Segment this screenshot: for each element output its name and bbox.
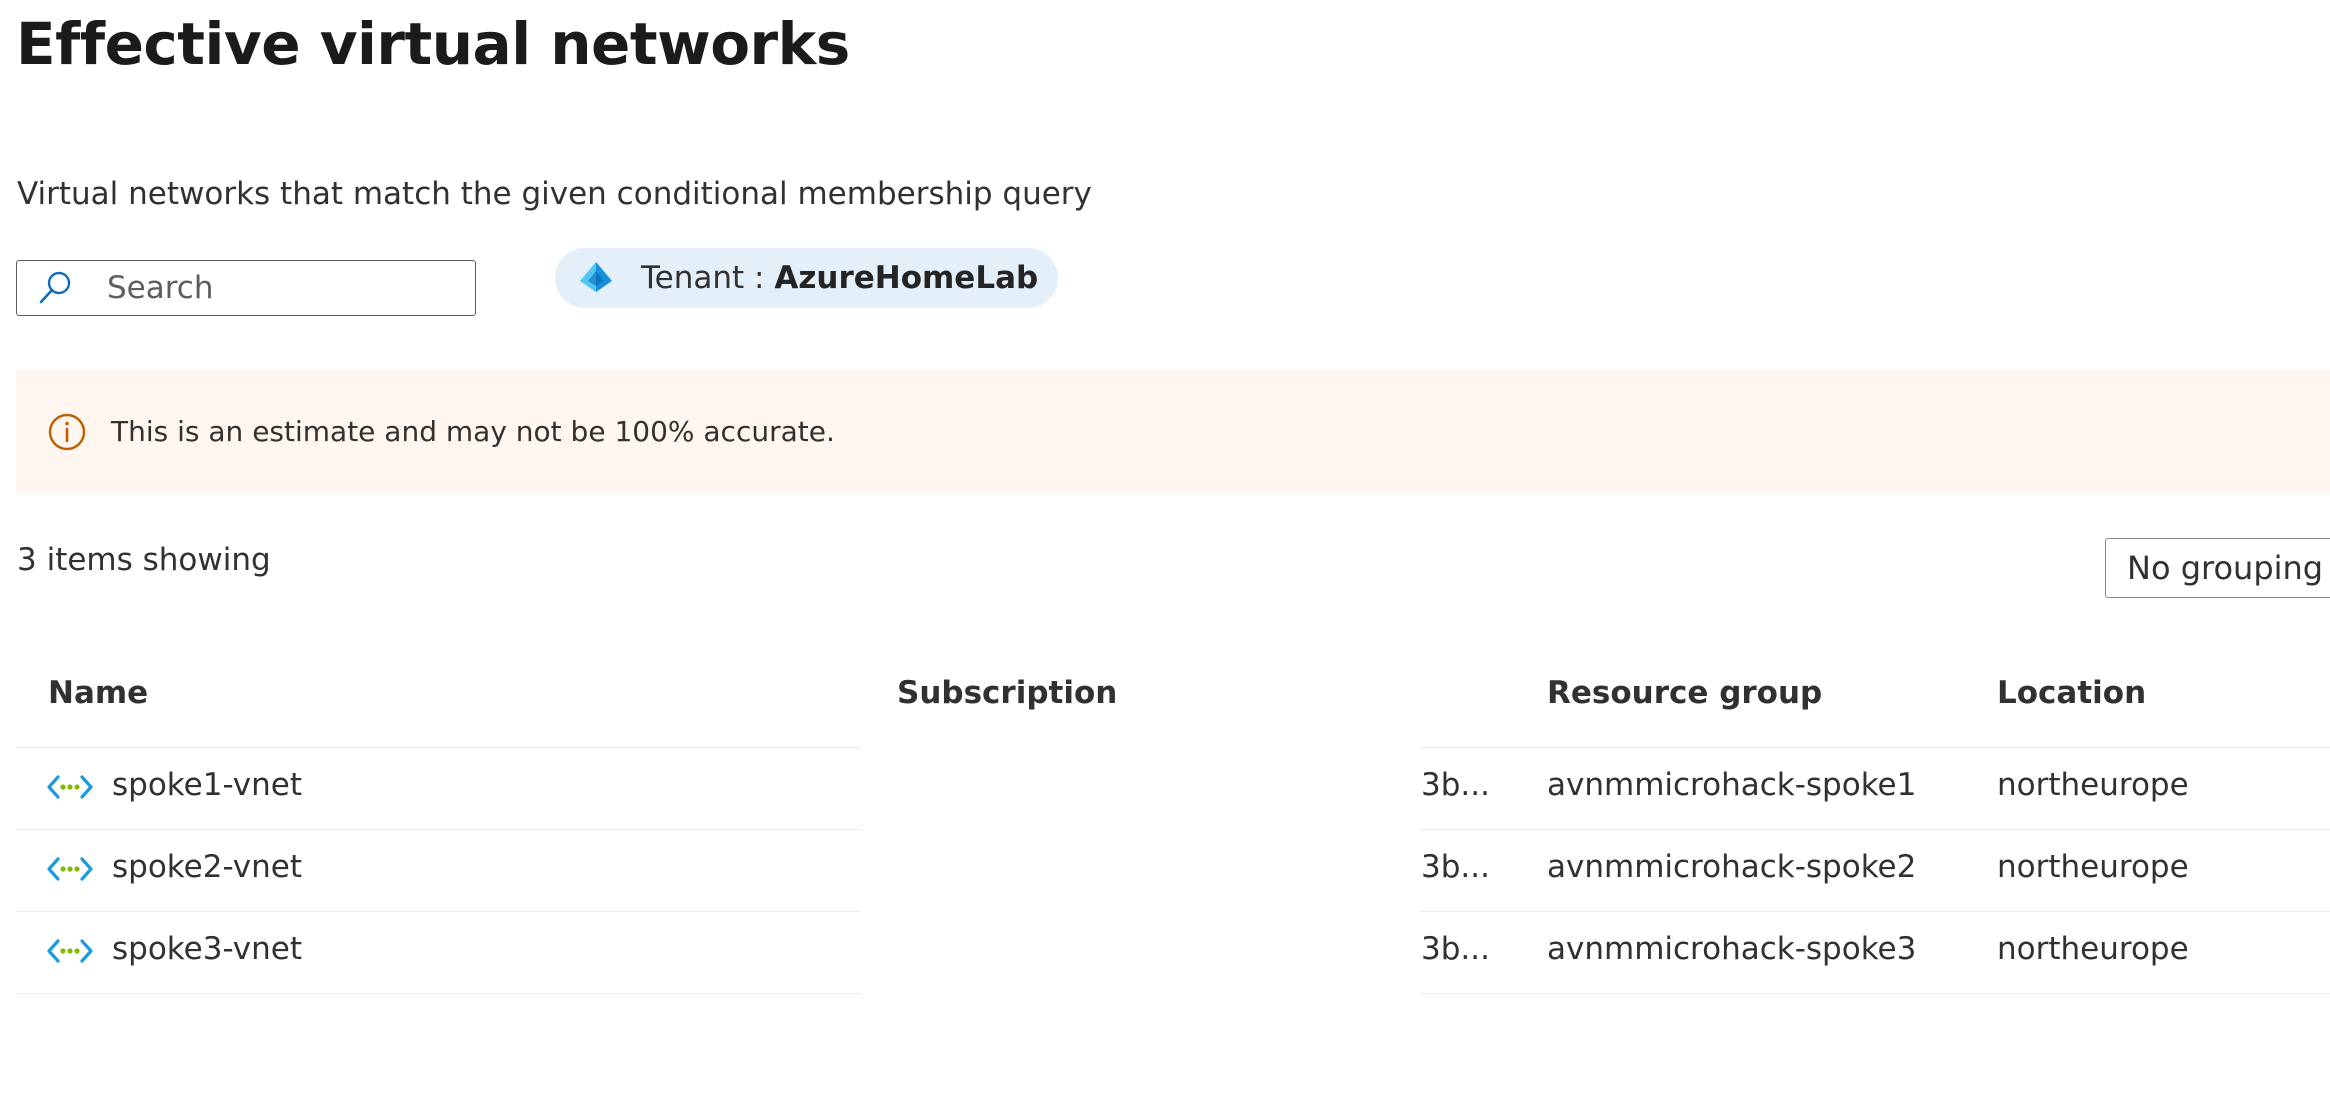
row-divider <box>16 747 861 748</box>
subscription-cell: )3b... <box>1420 931 1490 976</box>
column-header-resource-group[interactable]: Resource group <box>1547 675 1822 711</box>
warning-banner: This is an estimate and may not be 100% … <box>16 370 2330 493</box>
row-divider <box>1420 747 2330 748</box>
subscription-value: )3b... <box>1420 931 1490 967</box>
tenant-filter-pill[interactable]: Tenant : AzureHomeLab <box>555 248 1059 308</box>
grouping-dropdown-label: No grouping <box>2127 549 2324 587</box>
vnet-name-link[interactable]: spoke2-vnet <box>112 849 302 885</box>
row-divider <box>1420 829 2330 830</box>
vnet-name-link[interactable]: spoke1-vnet <box>112 767 302 803</box>
row-divider <box>1420 911 2330 912</box>
banner-text: This is an estimate and may not be 100% … <box>111 415 835 448</box>
resource-group-cell: avnmmicrohack-spoke2 <box>1547 849 1917 885</box>
tenant-value: AzureHomeLab <box>774 260 1039 296</box>
column-header-name[interactable]: Name <box>48 675 148 711</box>
entra-id-icon <box>577 259 615 297</box>
grouping-dropdown[interactable]: No grouping <box>2105 538 2330 598</box>
resource-group-cell: avnmmicrohack-spoke1 <box>1547 767 1917 803</box>
virtual-network-icon <box>47 775 93 799</box>
subscription-cell: )3b... <box>1420 849 1490 894</box>
location-cell: northeurope <box>1997 849 2189 885</box>
virtual-network-icon <box>47 939 93 963</box>
subscription-cell: )3b... <box>1420 767 1490 812</box>
items-count: 3 items showing <box>17 542 271 578</box>
tenant-label: Tenant : <box>641 260 775 296</box>
row-divider <box>16 993 861 994</box>
vnet-name-link[interactable]: spoke3-vnet <box>112 931 302 967</box>
virtual-network-icon <box>47 857 93 881</box>
search-box[interactable] <box>16 260 476 316</box>
search-icon <box>35 268 75 308</box>
row-divider <box>16 829 861 830</box>
column-header-subscription[interactable]: Subscription <box>897 675 1117 711</box>
page-title: Effective virtual networks <box>16 10 850 78</box>
location-cell: northeurope <box>1997 767 2189 803</box>
subscription-value: )3b... <box>1420 849 1490 885</box>
subscription-value: )3b... <box>1420 767 1490 803</box>
info-icon <box>47 412 87 452</box>
effective-virtual-networks-page: Effective virtual networks Virtual netwo… <box>0 0 2330 1115</box>
row-divider <box>16 911 861 912</box>
row-divider <box>1420 993 2330 994</box>
search-input[interactable] <box>105 269 469 307</box>
column-header-location[interactable]: Location <box>1997 675 2146 711</box>
resource-group-cell: avnmmicrohack-spoke3 <box>1547 931 1917 967</box>
location-cell: northeurope <box>1997 931 2189 967</box>
page-subtitle: Virtual networks that match the given co… <box>17 176 1092 212</box>
